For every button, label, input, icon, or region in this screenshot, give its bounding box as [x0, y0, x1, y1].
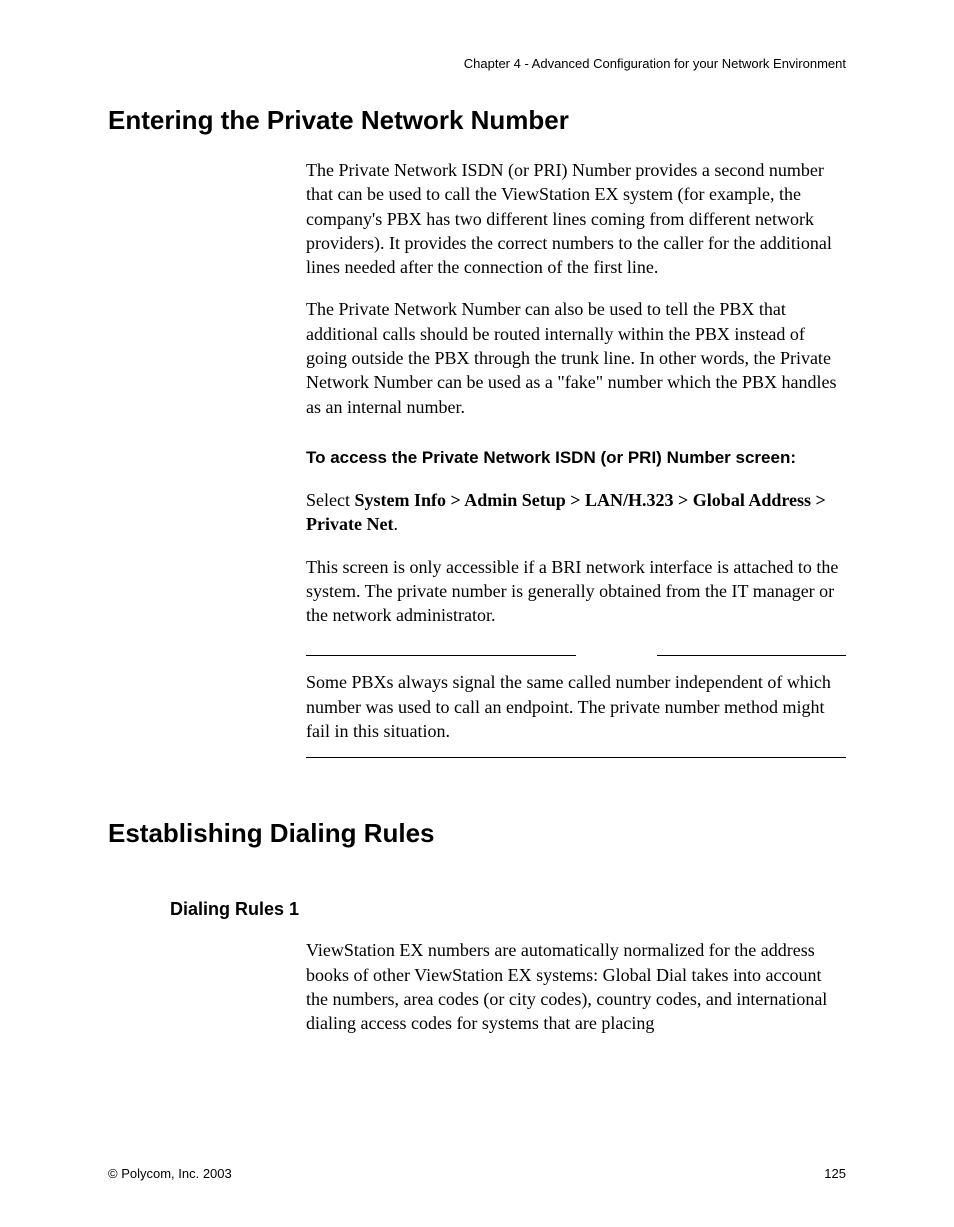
rule-segment [306, 655, 576, 656]
subsection-title-dialing-rules-1: Dialing Rules 1 [170, 899, 846, 920]
section-title-establishing-dialing-rules: Establishing Dialing Rules [108, 818, 846, 849]
subheading-access-screen: To access the Private Network ISDN (or P… [306, 447, 846, 470]
note-top-rule [306, 655, 846, 656]
note-bottom-rule [306, 757, 846, 758]
paragraph: The Private Network Number can also be u… [306, 297, 846, 418]
section2-body: ViewStation EX numbers are automatically… [306, 938, 846, 1035]
page-footer: © Polycom, Inc. 2003 125 [108, 1166, 846, 1181]
rule-segment [657, 655, 846, 656]
page-content: Chapter 4 - Advanced Configuration for y… [0, 0, 954, 1035]
paragraph: ViewStation EX numbers are automatically… [306, 938, 846, 1035]
note-text: Some PBXs always signal the same called … [306, 670, 846, 743]
chapter-header: Chapter 4 - Advanced Configuration for y… [108, 56, 846, 71]
paragraph: The Private Network ISDN (or PRI) Number… [306, 158, 846, 279]
text: . [393, 514, 398, 534]
paragraph: This screen is only accessible if a BRI … [306, 555, 846, 628]
menu-path: System Info > Admin Setup > LAN/H.323 > … [306, 490, 826, 534]
section-title-entering-private-network: Entering the Private Network Number [108, 105, 846, 136]
text: Select [306, 490, 354, 510]
paragraph: Select System Info > Admin Setup > LAN/H… [306, 488, 846, 537]
section1-body: The Private Network ISDN (or PRI) Number… [306, 158, 846, 758]
copyright-text: © Polycom, Inc. 2003 [108, 1166, 232, 1181]
page-number: 125 [824, 1166, 846, 1181]
note-block: Some PBXs always signal the same called … [306, 655, 846, 758]
